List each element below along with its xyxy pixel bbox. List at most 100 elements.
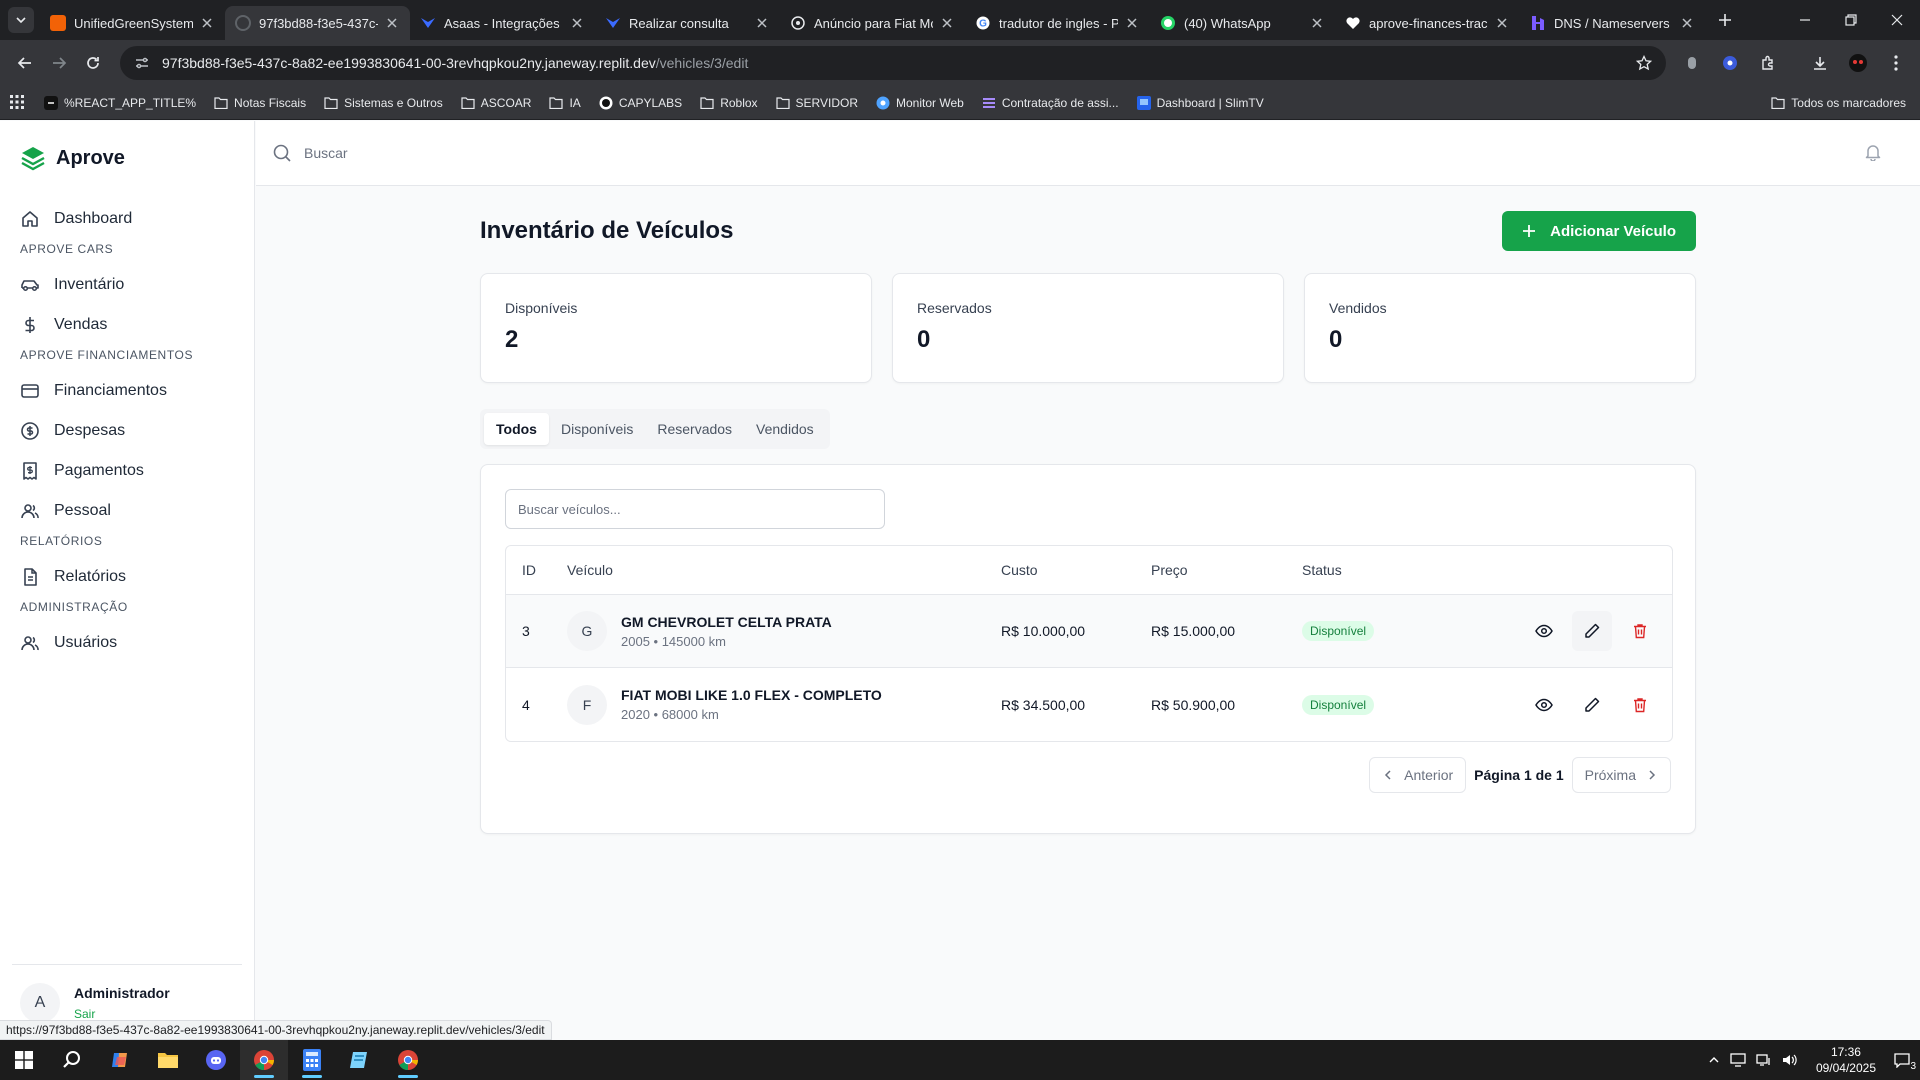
table-row[interactable]: 3 G GM CHEVROLET CELTA PRATA 2005 • 1450… (506, 595, 1672, 668)
minimize-button[interactable] (1782, 0, 1828, 40)
edit-button[interactable] (1572, 685, 1612, 725)
monitor-tray-icon[interactable] (1730, 1053, 1746, 1067)
close-icon[interactable] (569, 15, 585, 31)
bookmark-star-icon[interactable] (1636, 55, 1652, 71)
browser-tab[interactable]: DNS / Nameservers | (1520, 6, 1705, 40)
stat-value: 0 (917, 326, 931, 353)
browser-tab[interactable]: (40) WhatsApp (1150, 6, 1335, 40)
brand[interactable]: Aprove (20, 145, 125, 171)
clock[interactable]: 17:36 09/04/2025 (1816, 1044, 1876, 1076)
tab-search-button[interactable] (8, 7, 34, 33)
close-icon[interactable] (1124, 15, 1140, 31)
bookmark-item[interactable]: %REACT_APP_TITLE% (44, 95, 196, 110)
notification-icon[interactable]: 3 (1894, 1052, 1916, 1072)
bookmark-item[interactable]: CAPYLABS (599, 96, 682, 110)
browser-menu-icon[interactable] (1880, 47, 1912, 79)
new-tab-button[interactable] (1711, 6, 1739, 34)
vehicle-search-input[interactable] (505, 489, 885, 529)
bookmark-folder[interactable]: Notas Fiscais (214, 96, 306, 110)
brand-name: Aprove (56, 146, 125, 169)
reload-button[interactable] (76, 46, 110, 80)
table-row[interactable]: 4 F FIAT MOBI LIKE 1.0 FLEX - COMPLETO 2… (506, 668, 1672, 741)
calculator-icon[interactable] (288, 1040, 336, 1080)
close-icon[interactable] (939, 15, 955, 31)
bookmark-folder[interactable]: IA (549, 96, 581, 110)
chevron-right-icon (1649, 770, 1656, 780)
close-icon[interactable] (1494, 15, 1510, 31)
site-info-icon[interactable] (134, 55, 150, 71)
browser-tab[interactable]: Anúncio para Fiat Mo (780, 6, 965, 40)
bookmark-folder[interactable]: Sistemas e Outros (324, 96, 443, 110)
restore-button[interactable] (1828, 0, 1874, 40)
windows-taskbar: 17:36 09/04/2025 3 (0, 1040, 1920, 1080)
sidebar-item-dashboard[interactable]: Dashboard (0, 199, 254, 239)
download-icon[interactable] (1804, 47, 1836, 79)
address-bar[interactable]: 97f3bd88-f3e5-437c-8a82-ee1993830641-00-… (120, 46, 1666, 80)
browser-tab[interactable]: Realizar consulta (595, 6, 780, 40)
taskbar-search-icon[interactable] (48, 1040, 96, 1080)
bookmark-item[interactable]: Contratação de assi... (982, 96, 1119, 110)
bookmark-folder[interactable]: Roblox (700, 96, 758, 110)
delete-button[interactable] (1620, 611, 1660, 651)
bookmark-folder[interactable]: SERVIDOR (775, 96, 858, 110)
close-icon[interactable] (199, 15, 215, 31)
tab-reservados[interactable]: Reservados (645, 413, 744, 445)
edit-button[interactable] (1572, 611, 1612, 651)
previous-page-button[interactable]: Anterior (1369, 757, 1467, 793)
avatar[interactable]: A (20, 982, 60, 1023)
sidebar-item-vendas[interactable]: Vendas (0, 305, 254, 345)
sidebar-item-inventario[interactable]: Inventário (0, 265, 254, 305)
close-icon[interactable] (384, 15, 400, 31)
extension-blue-icon[interactable] (1714, 47, 1746, 79)
global-search-input[interactable] (304, 145, 704, 161)
close-icon[interactable] (754, 15, 770, 31)
profile-avatar-icon[interactable] (1842, 47, 1874, 79)
view-button[interactable] (1524, 685, 1564, 725)
bookmark-item[interactable]: Dashboard | SlimTV (1136, 95, 1264, 110)
forward-button[interactable] (42, 46, 76, 80)
eye-icon (1535, 698, 1553, 711)
browser-tab[interactable]: aprove-finances-track (1335, 6, 1520, 40)
list-icon (982, 96, 996, 110)
copilot-icon[interactable] (96, 1040, 144, 1080)
google-favicon-icon: G (975, 15, 991, 31)
sidebar-item-relatorios[interactable]: Relatórios (0, 557, 254, 597)
sidebar-item-pagamentos[interactable]: Pagamentos (0, 451, 254, 491)
tab-disponiveis[interactable]: Disponíveis (549, 413, 645, 445)
logout-link[interactable]: Sair (74, 1007, 170, 1021)
tab-vendidos[interactable]: Vendidos (744, 413, 826, 445)
close-icon[interactable] (1679, 15, 1695, 31)
add-vehicle-button[interactable]: Adicionar Veículo (1502, 211, 1696, 251)
browser-tab[interactable]: UnifiedGreenSystem (40, 6, 225, 40)
chrome-profile-taskbar-icon[interactable] (384, 1040, 432, 1080)
close-icon[interactable] (1309, 15, 1325, 31)
view-button[interactable] (1524, 611, 1564, 651)
extension-mouse-icon[interactable] (1676, 47, 1708, 79)
browser-tab[interactable]: Asaas - Integrações (410, 6, 595, 40)
sidebar-item-pessoal[interactable]: Pessoal (0, 491, 254, 531)
chevron-up-icon[interactable] (1708, 1054, 1720, 1066)
discord-icon[interactable] (192, 1040, 240, 1080)
sidebar-item-despesas[interactable]: Despesas (0, 411, 254, 451)
all-bookmarks[interactable]: Todos os marcadores (1771, 96, 1906, 110)
tab-todos[interactable]: Todos (484, 413, 549, 445)
windows-start-icon[interactable] (0, 1040, 48, 1080)
extensions-puzzle-icon[interactable] (1752, 47, 1784, 79)
file-explorer-icon[interactable] (144, 1040, 192, 1080)
bookmark-folder[interactable]: ASCOAR (461, 96, 531, 110)
browser-tab-active[interactable]: 97f3bd88-f3e5-437c-8 (225, 6, 410, 40)
chrome-taskbar-icon[interactable] (240, 1040, 288, 1080)
volume-icon[interactable] (1782, 1053, 1798, 1067)
network-icon[interactable] (1756, 1053, 1772, 1067)
sidebar-item-financiamentos[interactable]: Financiamentos (0, 371, 254, 411)
delete-button[interactable] (1620, 685, 1660, 725)
back-button[interactable] (8, 46, 42, 80)
notepad-icon[interactable] (336, 1040, 384, 1080)
close-window-button[interactable] (1874, 0, 1920, 40)
browser-tab[interactable]: G tradutor de ingles - P (965, 6, 1150, 40)
bookmark-item[interactable]: Monitor Web (876, 96, 964, 110)
apps-grid-icon[interactable] (10, 94, 26, 111)
sidebar-item-usuarios[interactable]: Usuários (0, 623, 254, 663)
bell-icon[interactable] (1864, 143, 1882, 161)
next-page-button[interactable]: Próxima (1571, 757, 1671, 793)
